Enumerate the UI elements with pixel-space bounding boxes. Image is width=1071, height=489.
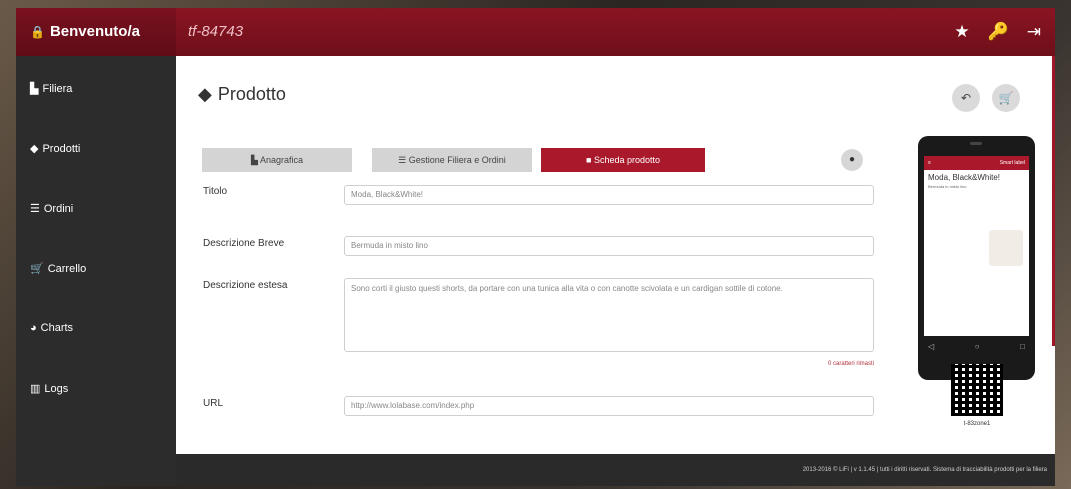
pie-icon: ◕ (30, 322, 37, 334)
cart-icon: 🛒 (30, 263, 44, 275)
camera-icon: ● (848, 154, 856, 165)
tab-label: Anagrafica (259, 155, 303, 165)
scroll-indicator[interactable] (1052, 56, 1055, 346)
sidebar-item-label: Carrello (47, 262, 87, 275)
sidebar-item-label: Filiera (42, 82, 73, 95)
brand-label: Benvenuto/a (49, 23, 140, 40)
phone-product-desc: Bermuda in misto lino (928, 184, 967, 189)
phone-product-title: Moda, Black&White! (928, 173, 1001, 182)
tab-anagrafica[interactable]: ▙ Anagrafica (202, 148, 352, 172)
sidebar-item-carrello[interactable]: 🛒 Carrello (30, 262, 87, 276)
tab-label: Gestione Filiera e Ordini (408, 155, 506, 165)
tab-scheda-prodotto[interactable]: ■ Scheda prodotto (541, 148, 705, 172)
sidebar-item-label: Prodotti (42, 142, 81, 155)
factory-icon: ▙ (30, 83, 39, 95)
footer: 2013-2016 © LiFi | v 1.1.45 | tutti i di… (176, 454, 1055, 486)
sidebar-item-ordini[interactable]: ☰ Ordini (30, 202, 74, 216)
qr-code (951, 364, 1003, 416)
page-title: ◆ Prodotto (198, 84, 286, 105)
home-nav-icon: ○ (974, 342, 980, 351)
sidebar: ▙ Filiera ◆ Prodotti ☰ Ordini 🛒 Carrello ◕ Ch… (16, 56, 176, 486)
star-icon[interactable]: ★ (954, 22, 969, 42)
sidebar-item-prodotti[interactable]: ◆ Prodotti (30, 142, 81, 156)
descrizione-estesa-textarea[interactable]: Sono corti il giusto questi shorts, da p… (344, 278, 874, 352)
tag-icon: ◆ (30, 143, 39, 155)
phone-preview: ≡ Smart label Moda, Black&White! Bermuda… (918, 136, 1035, 380)
recent-nav-icon: □ (1020, 342, 1025, 351)
camera-button[interactable]: ● (841, 149, 863, 171)
lock-icon: ■ (585, 155, 592, 165)
descrizione-breve-label: Descrizione Breve (203, 238, 285, 249)
lock-icon: 🔒 (30, 25, 45, 39)
main-content: ◆ Prodotto ↶ 🛒 ▙ Anagrafica ☰ Gestione Fi… (176, 56, 1055, 454)
file-icon: ▙ (251, 155, 258, 165)
key-icon[interactable]: 🔑 (988, 22, 1009, 42)
sidebar-item-logs[interactable]: ▥ Logs (30, 382, 69, 396)
page-title-text: Prodotto (217, 84, 286, 104)
back-button[interactable]: ↶ (952, 84, 980, 112)
phone-nav: ◁ ○ □ (928, 342, 1025, 351)
phone-screen: ≡ Smart label Moda, Black&White! Bermuda… (924, 156, 1029, 336)
product-image (989, 230, 1023, 266)
url-input[interactable]: http://www.lolabase.com/index.php (344, 396, 874, 416)
char-counter: 0 caratteri rimasti (827, 361, 874, 367)
tags-icon: ◆ (198, 84, 212, 104)
tab-gestione[interactable]: ☰ Gestione Filiera e Ordini (372, 148, 532, 172)
top-bar: 🔒 Benvenuto/a tf-84743 ★ 🔑 ⇥ (16, 8, 1055, 56)
url-label: URL (203, 398, 224, 409)
sidebar-item-label: Ordini (43, 202, 74, 215)
bar-chart-icon: ▥ (30, 383, 41, 395)
tab-label: Scheda prodotto (593, 155, 660, 165)
logout-icon[interactable]: ⇥ (1027, 22, 1041, 42)
cart-button[interactable]: 🛒 (992, 84, 1020, 112)
back-nav-icon: ◁ (928, 342, 935, 351)
product-code: tf-84743 (188, 23, 244, 40)
app-window: 🔒 Benvenuto/a tf-84743 ★ 🔑 ⇥ ▙ Filiera ◆ Pr… (16, 8, 1055, 486)
descrizione-estesa-label: Descrizione estesa (203, 280, 288, 291)
list-icon: ☰ (398, 155, 407, 165)
phone-header-label: Smart label (999, 160, 1025, 166)
list-icon: ☰ (30, 203, 40, 215)
descrizione-breve-input[interactable]: Bermuda in misto lino (344, 236, 874, 256)
sidebar-item-label: Logs (44, 382, 69, 395)
qr-caption: t-83zone1 (963, 421, 991, 427)
phone-camera (970, 142, 982, 145)
brand[interactable]: 🔒 Benvenuto/a (16, 8, 176, 56)
titolo-label: Titolo (203, 186, 228, 197)
titolo-input[interactable]: Moda, Black&White! (344, 185, 874, 205)
top-icons: ★ 🔑 ⇥ (954, 8, 1041, 56)
sidebar-item-label: Charts (40, 322, 74, 334)
sidebar-item-filiera[interactable]: ▙ Filiera (30, 82, 73, 96)
sidebar-item-charts[interactable]: ◕ Charts (30, 322, 73, 334)
menu-icon: ≡ (928, 160, 931, 166)
phone-header-bar: ≡ Smart label (924, 156, 1029, 170)
